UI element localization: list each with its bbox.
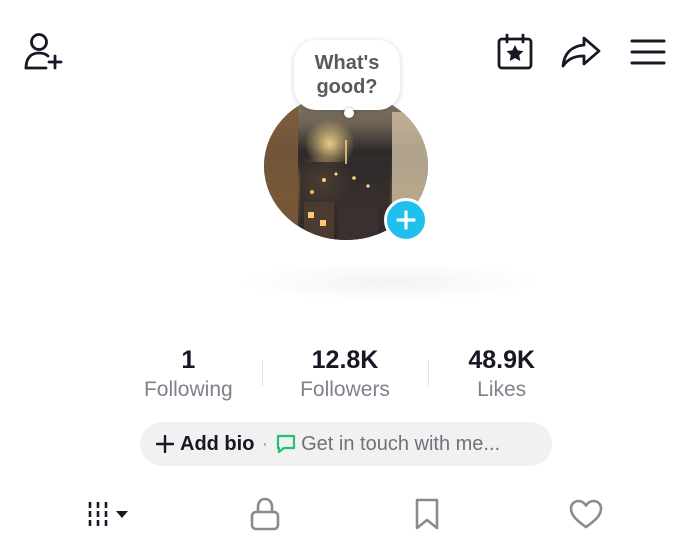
stat-label: Following [143,378,233,401]
menu-button[interactable] [626,32,670,72]
lock-icon [250,497,280,531]
tab-liked[interactable] [560,488,612,540]
stat-followers[interactable]: 12.8K Followers [267,344,424,406]
stat-divider [262,360,263,386]
stat-divider [428,360,429,386]
profile-stats: 1 Following 12.8K Followers 48.9K Likes [110,344,580,406]
stat-likes[interactable]: 48.9K Likes [423,344,580,406]
add-photo-button[interactable] [384,198,428,242]
note-bubble-tail [344,108,354,118]
bio-pill: Add bio · Get in touch with me... [140,422,552,466]
stat-following[interactable]: 1 Following [110,344,267,406]
bookmark-icon [415,498,439,530]
tab-private[interactable] [240,488,290,540]
note-bubble-line1: What's [314,52,380,74]
tab-saved[interactable] [402,488,452,540]
add-bio-button[interactable]: Add bio [180,433,254,456]
plus-icon [396,210,416,230]
stat-value: 12.8K [311,346,379,374]
profile-tab-bar [0,488,692,540]
get-in-touch-button[interactable]: Get in touch with me... [301,433,500,456]
bio-separator: · [261,432,269,455]
profile-avatar-section: What's good? [264,40,432,246]
plus-icon [156,435,174,453]
stat-value: 1 [181,346,196,374]
hamburger-menu-icon [630,39,666,65]
calendar-button[interactable] [494,31,536,73]
grid-dropdown-icon [88,502,128,526]
tab-videos[interactable] [70,488,150,540]
stat-value: 48.9K [468,346,536,374]
note-bubble[interactable]: What's good? [294,40,400,110]
add-friend-button[interactable] [20,30,68,74]
note-bubble-line2: good? [316,76,378,98]
blurred-username [240,262,540,302]
stat-label: Followers [300,378,390,401]
share-button[interactable] [558,32,604,72]
share-arrow-icon [561,36,601,68]
calendar-star-icon [497,33,533,70]
chat-bubble-icon [277,434,296,454]
stat-label: Likes [477,378,527,401]
heart-icon [569,499,603,529]
person-plus-icon [24,33,63,70]
